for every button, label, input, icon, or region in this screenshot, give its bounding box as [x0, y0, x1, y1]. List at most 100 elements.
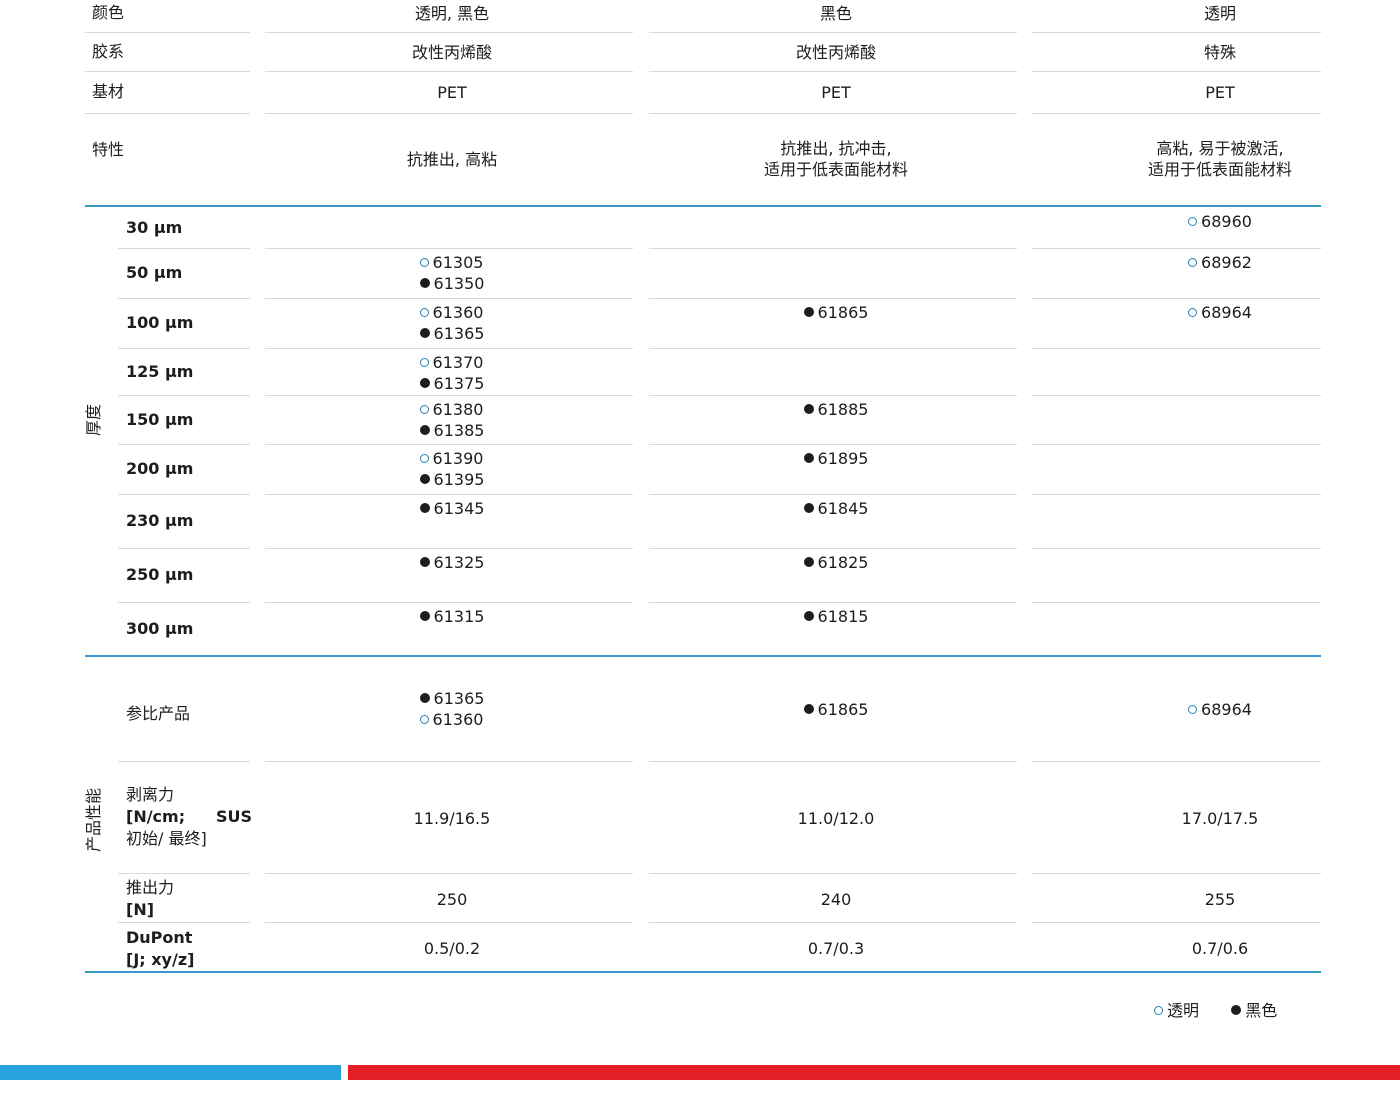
- thickness-cell: 61370 61375: [272, 352, 632, 394]
- color-value: 黑色: [819, 4, 852, 23]
- product-code-number: 61390: [432, 449, 484, 468]
- section-divider-bottom: [85, 971, 1321, 973]
- product-code-list: 68960: [1188, 211, 1252, 232]
- features-line: 高粘, 易于被激活,: [1156, 139, 1284, 158]
- product-code: 61885: [803, 399, 868, 420]
- divider: [1032, 548, 1321, 549]
- thickness-label: 200 μm: [126, 459, 194, 478]
- product-code: 68964: [1188, 699, 1252, 720]
- divider: [1032, 602, 1321, 603]
- thickness-label: 50 μm: [126, 263, 183, 282]
- pushout-label-line: [N]: [126, 900, 155, 919]
- divider: [118, 348, 250, 349]
- divider: [649, 32, 1017, 33]
- product-code-number: 61845: [817, 499, 869, 518]
- product-code: 61895: [803, 448, 868, 469]
- divider: [118, 444, 250, 445]
- thickness-group-label: 厚度: [84, 404, 103, 437]
- row-label-substrate: 基材: [92, 82, 125, 101]
- divider: [1032, 395, 1321, 396]
- hollow-circle-icon: [419, 308, 429, 317]
- product-code: 61385: [419, 420, 484, 441]
- divider: [118, 602, 250, 603]
- product-code: 61845: [803, 498, 869, 519]
- row-label-pushout: 推出力 [N]: [126, 877, 174, 921]
- divider: [1032, 248, 1321, 249]
- features-value: 抗推出, 抗冲击, 适用于低表面能材料: [656, 138, 1016, 180]
- filled-circle-icon: [419, 425, 430, 435]
- product-code: 61350: [419, 273, 485, 294]
- legend-clear-label: 透明: [1167, 1001, 1200, 1020]
- product-code: 68962: [1188, 252, 1252, 273]
- features-line: 抗推出, 抗冲击,: [780, 139, 892, 158]
- peel-label-substrate: SUS: [216, 807, 253, 826]
- product-code: 61325: [419, 552, 484, 573]
- product-code-number: 61350: [433, 274, 485, 293]
- thickness-label: 150 μm: [126, 409, 194, 429]
- dupont-label-line: [J; xy/z]: [126, 950, 195, 969]
- filled-circle-icon: [419, 693, 430, 703]
- product-code: 68964: [1188, 302, 1252, 323]
- divider: [265, 113, 633, 114]
- divider: [265, 922, 633, 923]
- divider: [265, 602, 633, 603]
- divider: [1032, 113, 1321, 114]
- thickness-cell: 61390 61395: [272, 448, 632, 490]
- product-code-list: 61885: [803, 399, 868, 420]
- product-code-list: 61815: [803, 606, 869, 627]
- dupont-value: 0.7/0.3: [807, 939, 865, 958]
- features-value: 抗推出, 高粘: [272, 149, 632, 170]
- product-code: 61375: [419, 373, 485, 394]
- dupont-value: 0.5/0.2: [423, 939, 481, 958]
- product-code-list: 61315: [419, 606, 484, 627]
- thickness-cell: 61325: [272, 552, 632, 573]
- divider: [1032, 494, 1321, 495]
- product-code: 61825: [803, 552, 868, 573]
- row-label-features: 特性: [92, 140, 125, 159]
- hollow-circle-icon: [1188, 308, 1198, 317]
- footer-bar-red: [348, 1065, 1400, 1080]
- product-code-list: 61360 61365: [419, 302, 484, 344]
- peel-label-unit: [N/cm;: [126, 807, 186, 826]
- divider: [118, 761, 250, 762]
- product-code: 61370: [419, 352, 485, 373]
- product-code-number: 61380: [432, 400, 484, 419]
- filled-circle-icon: [803, 557, 814, 567]
- product-code-number: 61360: [432, 303, 484, 322]
- product-code: 61365: [419, 323, 484, 344]
- filled-circle-icon: [803, 307, 814, 317]
- filled-circle-icon: [803, 404, 814, 414]
- divider: [85, 71, 250, 72]
- filled-circle-icon: [419, 278, 430, 288]
- divider: [265, 761, 633, 762]
- divider: [1032, 348, 1321, 349]
- product-code-number: 61815: [817, 607, 869, 626]
- substrate-value: PET: [1205, 83, 1235, 102]
- divider: [649, 113, 1017, 114]
- reference-cell: 61365 61360: [272, 688, 632, 730]
- divider: [118, 873, 250, 874]
- divider: [649, 761, 1017, 762]
- product-code: 61815: [803, 606, 869, 627]
- row-label-reference: 参比产品: [126, 704, 191, 723]
- reference-cell: 68964: [1040, 699, 1400, 720]
- product-code-number: 61375: [433, 374, 485, 393]
- filled-circle-icon: [803, 611, 814, 621]
- filled-circle-icon: [419, 474, 430, 484]
- pushout-value: 250: [436, 890, 468, 909]
- divider: [1032, 761, 1321, 762]
- adhesive-value: 改性丙烯酸: [795, 43, 876, 62]
- product-code-number: 61345: [433, 499, 485, 518]
- peel-value: 17.0/17.5: [1181, 809, 1259, 828]
- product-code-list: 61895: [803, 448, 868, 469]
- thickness-label: 300 μm: [126, 618, 194, 638]
- filled-circle-icon: [419, 503, 430, 513]
- divider: [649, 922, 1017, 923]
- product-code-list: 68962: [1188, 252, 1252, 273]
- filled-circle-icon: [803, 503, 814, 513]
- divider: [649, 873, 1017, 874]
- divider: [265, 873, 633, 874]
- product-code-list: 61825: [803, 552, 868, 573]
- product-code-list: 61325: [419, 552, 484, 573]
- thickness-label: 230 μm: [126, 511, 194, 530]
